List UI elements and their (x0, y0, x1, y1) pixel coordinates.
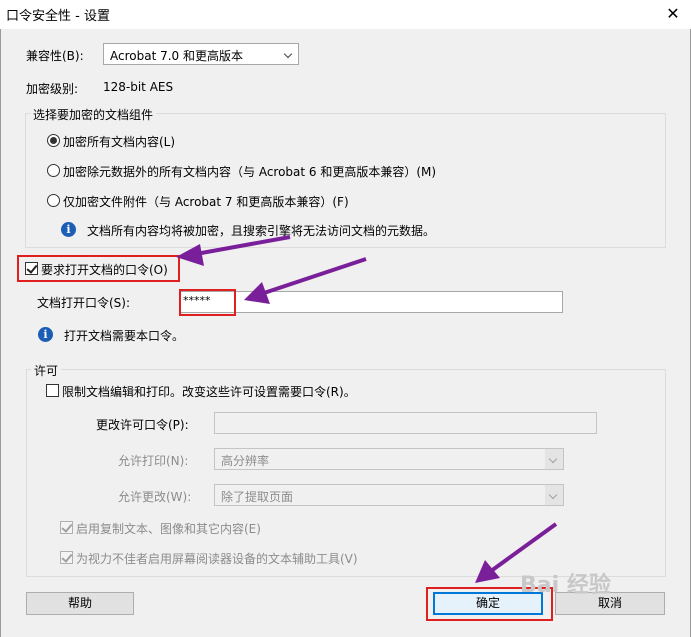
arrow-to-password (263, 257, 367, 295)
arrow-to-ok (489, 522, 558, 573)
arrow-head-checkbox (176, 244, 204, 266)
arrow-to-checkbox (195, 235, 291, 256)
annotation-arrows (176, 235, 558, 583)
arrow-head-ok (475, 560, 500, 583)
